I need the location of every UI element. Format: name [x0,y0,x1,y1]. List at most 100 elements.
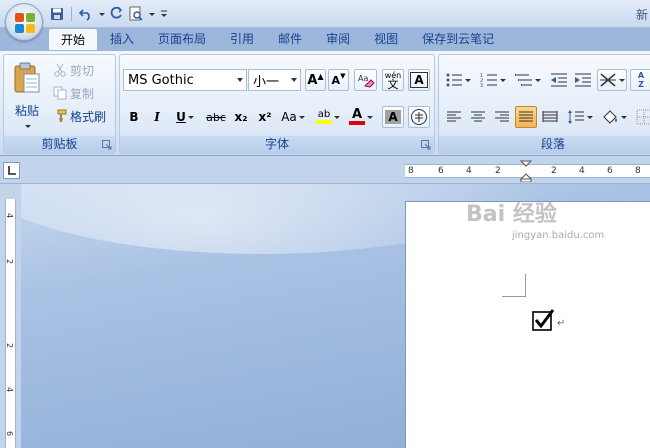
watermark-url: jingyan.baidu.com [512,230,605,241]
multilevel-list-button[interactable] [512,69,544,91]
font-color-bar [349,121,365,125]
grow-font-button[interactable]: A ▲ [305,69,326,91]
font-size-value: 小一 [253,74,280,90]
qat-separator [71,7,72,21]
ruler-row: 8 6 4 2 2 4 6 8 [0,156,650,184]
font-size-dropdown-icon[interactable] [291,78,297,82]
paste-icon [14,62,40,93]
undo-icon[interactable] [77,5,95,23]
indent-marker-icon[interactable] [520,160,532,182]
highlight-button[interactable]: ab [312,106,344,128]
clear-formatting-button[interactable]: Aa [354,69,377,91]
tab-mailings[interactable]: 邮件 [266,28,314,50]
clipboard-dialog-launcher-icon[interactable] [102,140,112,150]
character-border-button[interactable]: A [408,69,430,91]
horizontal-ruler[interactable]: 8 6 4 2 2 4 6 8 [405,160,650,182]
bold-button[interactable]: B [124,106,144,128]
print-preview-dropdown-icon[interactable] [147,5,155,23]
tab-home[interactable]: 开始 [48,28,99,50]
distributed-align-button[interactable] [539,106,561,128]
tab-review[interactable]: 审阅 [314,28,362,50]
highlight-label: ab [317,109,331,120]
font-size-combo[interactable]: 小一 [248,69,301,91]
redo-icon[interactable] [107,5,125,23]
align-right-button[interactable] [491,106,513,128]
underline-dropdown-icon[interactable] [187,115,194,119]
shading-dropdown-icon[interactable] [621,115,627,119]
tab-references[interactable]: 引用 [218,28,266,50]
shrink-font-icon: A [331,73,341,87]
enclose-characters-button[interactable] [408,106,430,128]
tab-save-to-cloud-note[interactable]: 保存到云笔记 [410,28,506,50]
superscript-button[interactable]: x² [254,106,276,128]
decrease-indent-icon [551,73,567,87]
office-logo-icon [15,13,35,33]
hruler-label: 2 [551,166,557,176]
multilevel-list-icon [515,74,532,86]
office-button[interactable] [5,3,43,41]
numbering-button[interactable]: 123 [477,69,509,91]
vruler-label: 4 [5,212,15,219]
justify-button[interactable] [515,106,537,128]
shading-button[interactable] [599,106,629,128]
left-tab-icon [8,166,16,175]
tab-stop-selector[interactable] [3,162,20,179]
paste-label: 粘贴 [14,104,39,118]
enclose-characters-icon [411,109,427,125]
copy-button[interactable]: 复制 [52,82,112,104]
numbering-dropdown-icon[interactable] [500,78,506,82]
phonetic-guide-char: 文 [387,78,399,91]
highlight-dropdown-icon[interactable] [334,115,340,119]
italic-button[interactable]: I [147,106,167,128]
change-case-dropdown-icon[interactable] [298,115,305,119]
shrink-font-button[interactable]: A ▼ [328,69,349,91]
tab-view[interactable]: 视图 [362,28,410,50]
chinese-layout-button[interactable] [597,69,627,91]
multilevel-list-dropdown-icon[interactable] [535,78,541,82]
bullets-dropdown-icon[interactable] [465,78,471,82]
decrease-indent-button[interactable] [548,69,570,91]
vertical-ruler[interactable]: 4 2 2 4 6 [0,184,21,448]
character-shading-icon: A [385,110,401,124]
borders-button[interactable] [633,106,650,128]
paste-button[interactable]: 粘贴 [6,57,48,133]
hruler-label: 6 [438,166,444,176]
format-painter-button[interactable]: 格式刷 [52,105,114,127]
underline-label: U [176,110,186,124]
underline-button[interactable]: U [170,106,200,128]
align-left-button[interactable] [443,106,465,128]
font-dialog-launcher-icon[interactable] [421,140,431,150]
subscript-button[interactable]: x₂ [230,106,252,128]
font-name-combo[interactable]: MS Gothic [123,69,247,91]
line-spacing-button[interactable] [565,106,595,128]
strikethrough-button[interactable]: abc [204,106,228,128]
copy-icon [53,86,67,100]
align-center-icon [471,111,485,122]
print-preview-icon[interactable] [127,5,145,23]
sort-button[interactable]: A Z [630,69,650,91]
font-color-dropdown-icon[interactable] [367,115,373,119]
change-case-button[interactable]: Aa [278,106,308,128]
checked-checkbox-icon[interactable] [532,309,554,331]
watermark-logo: Bai 经验 [466,202,557,227]
align-left-icon [447,111,461,122]
font-name-dropdown-icon[interactable] [237,78,243,82]
chinese-layout-dropdown-icon[interactable] [619,78,625,82]
line-spacing-dropdown-icon[interactable] [587,115,593,119]
tab-insert[interactable]: 插入 [98,28,146,50]
align-center-button[interactable] [467,106,489,128]
font-color-button[interactable]: A [346,106,376,128]
cut-button[interactable]: 剪切 [52,59,112,81]
bullets-button[interactable] [442,69,474,91]
increase-indent-button[interactable] [572,69,594,91]
save-icon[interactable] [48,5,66,23]
character-shading-button[interactable]: A [382,106,404,128]
phonetic-guide-button[interactable]: wén 文 [382,69,404,91]
paint-bucket-icon [603,110,617,124]
customize-qat-icon[interactable] [157,5,171,23]
vruler-label: 2 [5,258,15,265]
ribbon: 粘贴 剪切 复制 格式刷 剪贴板 MS Gothic 小一 A ▲ A ▼ Aa… [0,50,650,156]
highlight-color-bar [316,120,332,124]
tab-page-layout[interactable]: 页面布局 [146,28,218,50]
undo-dropdown-icon[interactable] [97,5,105,23]
